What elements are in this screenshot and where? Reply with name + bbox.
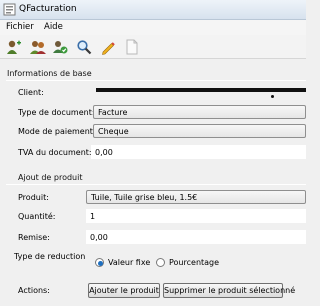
product-section-divider xyxy=(6,184,306,185)
radio-valeur-fixe-label: Valeur fixe xyxy=(108,258,151,267)
client-field-redacted[interactable] xyxy=(96,88,306,92)
radio-pourcentage[interactable] xyxy=(156,258,165,267)
search-icon[interactable] xyxy=(76,39,92,55)
doc-type-value: Facture xyxy=(98,108,128,117)
payment-value: Cheque xyxy=(98,127,129,136)
app-icon xyxy=(3,3,16,16)
people-icon[interactable] xyxy=(30,39,46,55)
payment-label: Mode de paiement: xyxy=(18,127,96,136)
discount-field[interactable]: 0,00 xyxy=(86,230,306,244)
radio-pourcentage-label: Pourcentage xyxy=(169,258,220,267)
remove-product-button[interactable]: Supprimer le produit sélectionné xyxy=(163,283,295,298)
client-label: Client: xyxy=(18,88,44,97)
add-product-button[interactable]: Ajouter le produit xyxy=(88,283,160,298)
payment-select[interactable]: Cheque xyxy=(93,124,306,138)
quantity-label: Quantité: xyxy=(18,212,56,221)
document-icon[interactable] xyxy=(124,39,140,55)
base-section-title: Informations de base xyxy=(7,69,92,78)
base-section-divider xyxy=(6,80,306,81)
product-label: Produit: xyxy=(18,193,49,202)
edit-pencil-icon[interactable] xyxy=(100,39,116,55)
radio-valeur-fixe[interactable] xyxy=(95,258,104,267)
save-icon[interactable] xyxy=(52,39,68,55)
menu-aide[interactable]: Aide xyxy=(44,22,63,32)
discount-label: Remise: xyxy=(18,233,50,242)
main-panel xyxy=(0,60,306,306)
client-field-marker xyxy=(271,95,274,98)
add-icon[interactable] xyxy=(6,39,22,55)
menu-fichier[interactable]: Fichier xyxy=(6,22,34,32)
reduction-label: Type de reduction xyxy=(14,252,86,261)
product-section-title: Ajout de produit xyxy=(18,173,83,182)
quantity-field[interactable]: 1 xyxy=(86,209,306,223)
window-title: QFacturation xyxy=(19,4,77,14)
product-value: Tuile, Tuile grise bleu, 1.5€ xyxy=(91,193,198,202)
tva-field[interactable]: 0,00 xyxy=(91,145,306,159)
product-select[interactable]: Tuile, Tuile grise bleu, 1.5€ xyxy=(86,190,306,204)
tva-label: TVA du document: xyxy=(18,148,92,157)
actions-label: Actions: xyxy=(18,286,50,295)
doc-type-label: Type de document: xyxy=(18,108,95,117)
doc-type-select[interactable]: Facture xyxy=(93,105,306,119)
